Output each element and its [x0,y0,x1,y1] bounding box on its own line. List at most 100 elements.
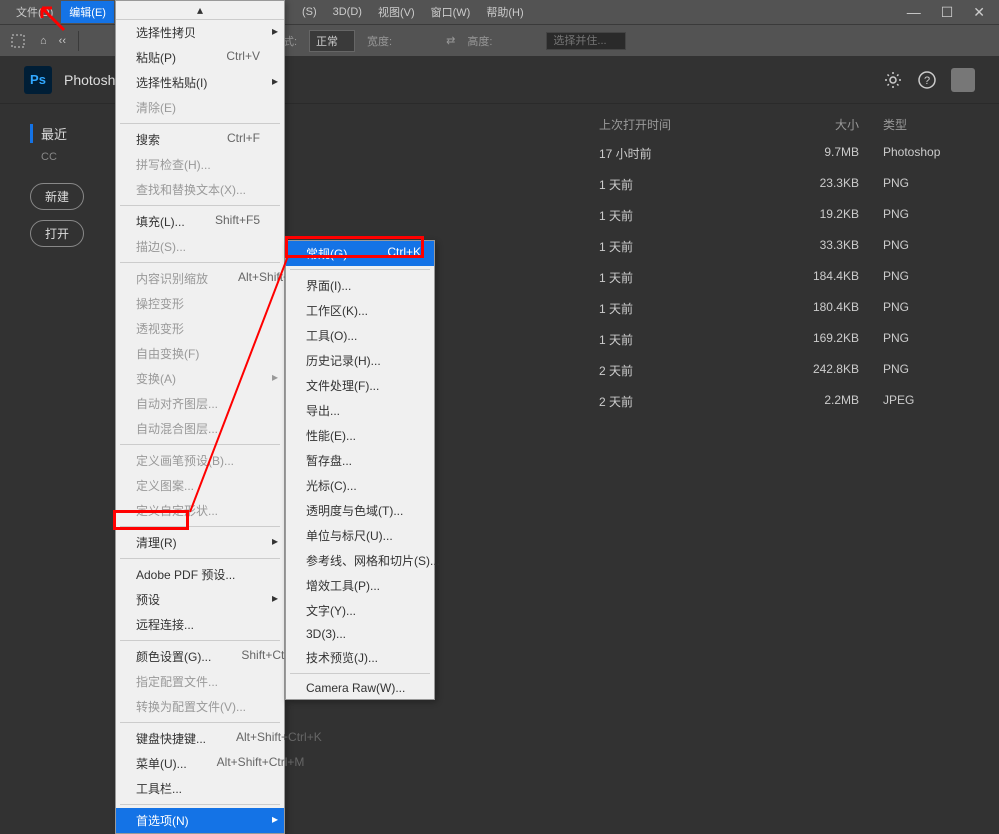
menu-item[interactable]: 粘贴(P)Ctrl+V [116,45,284,70]
header-type[interactable]: 类型 [859,116,949,133]
preferences-submenu: 常规(G)...Ctrl+K 界面(I)...工作区(K)...工具(O)...历… [285,240,435,700]
menu-item: 定义图案... [116,473,284,498]
menu-item[interactable]: 单位与标尺(U)... [286,523,434,548]
menu-help[interactable]: 帮助(H) [478,1,531,23]
width-label: 宽度: [367,33,392,49]
menu-window[interactable]: 窗口(W) [423,1,479,23]
select-input[interactable] [546,32,626,50]
menu-separator [120,123,280,124]
menu-item[interactable]: 文字(Y)... [286,598,434,623]
menu-item[interactable]: 工具栏... [116,776,284,801]
marquee-tool-icon[interactable] [8,31,28,51]
menu-item[interactable]: 搜索Ctrl+F [116,127,284,152]
menu-item: 变换(A)▸ [116,366,284,391]
menu-separator [290,673,430,674]
menu-item[interactable]: 菜单(U)...Alt+Shift+Ctrl+M [116,751,284,776]
menu-separator [120,722,280,723]
menu-item: 查找和替换文本(X)... [116,177,284,202]
menu-edit[interactable]: 编辑(E) [61,1,114,23]
menu-item: 拼写检查(H)... [116,152,284,177]
menu-item[interactable]: 工具(O)... [286,323,434,348]
menu-item[interactable]: 技术预览(J)... [286,645,434,670]
table-row[interactable]: 17 小时前9.7MBPhotoshop [599,145,949,162]
menu-item[interactable]: 3D(3)... [286,623,434,645]
menu-view[interactable]: 视图(V) [370,1,423,23]
menu-item[interactable]: 界面(I)... [286,273,434,298]
mode-label: 式: [283,33,297,49]
menu-item[interactable]: 颜色设置(G)...Shift+Ctrl+K [116,644,284,669]
menu-separator [120,262,280,263]
table-row[interactable]: 1 天前33.3KBPNG [599,238,949,255]
menu-item[interactable]: 工作区(K)... [286,298,434,323]
menu-scroll-up[interactable]: ▴ [116,1,284,20]
menu-item[interactable]: 光标(C)... [286,473,434,498]
menu-item: 自动对齐图层... [116,391,284,416]
menu-item: 指定配置文件... [116,669,284,694]
menu-item: 描边(S)... [116,234,284,259]
swap-icon[interactable]: ⇄ [446,34,455,47]
height-label: 高度: [467,33,492,49]
table-row[interactable]: 1 天前180.4KBPNG [599,300,949,317]
menu-hidden-0[interactable]: (S) [294,3,325,21]
menu-item: 透视变形 [116,316,284,341]
mode-select[interactable]: 正常 [309,30,355,52]
recent-label[interactable]: 最近 [30,124,90,143]
menu-item[interactable]: Adobe PDF 预设... [116,562,284,587]
header-size[interactable]: 大小 [769,116,859,133]
menu-item[interactable]: 文件处理(F)... [286,373,434,398]
menu-item: 自动混合图层... [116,416,284,441]
menu-item[interactable]: 导出... [286,398,434,423]
table-row[interactable]: 1 天前23.3KBPNG [599,176,949,193]
menu-item[interactable]: 暂存盘... [286,448,434,473]
menu-item[interactable]: 透明度与色域(T)... [286,498,434,523]
menu-separator [120,640,280,641]
menu-separator [120,444,280,445]
menu-item: 自由变换(F) [116,341,284,366]
maximize-button[interactable]: ☐ [935,2,960,23]
table-row[interactable]: 2 天前2.2MBJPEG [599,393,949,410]
table-row[interactable]: 2 天前242.8KBPNG [599,362,949,379]
menu-separator [120,558,280,559]
menu-item: 操控变形 [116,291,284,316]
menu-item: 定义画笔预设(B)... [116,448,284,473]
chevron-icon[interactable]: ‹‹ [59,35,66,47]
menu-item[interactable]: 增效工具(P)... [286,573,434,598]
recent-files-table: 上次打开时间 大小 类型 17 小时前9.7MBPhotoshop 1 天前23.… [599,116,949,424]
header-time[interactable]: 上次打开时间 [599,116,769,133]
menu-item[interactable]: 预设▸ [116,587,284,612]
edit-menu-dropdown: ▴ 选择性拷贝▸粘贴(P)Ctrl+V选择性粘贴(I)▸清除(E) 搜索Ctrl+… [115,0,285,834]
new-button[interactable]: 新建 [30,183,84,210]
menu-item: 定义自定形状... [116,498,284,523]
open-button[interactable]: 打开 [30,220,84,247]
menu-item[interactable]: 填充(L)...Shift+F5 [116,209,284,234]
ps-logo: Ps [24,66,52,94]
menu-item[interactable]: 清理(R)▸ [116,530,284,555]
avatar[interactable] [951,68,975,92]
table-row[interactable]: 1 天前169.2KBPNG [599,331,949,348]
table-row[interactable]: 1 天前184.4KBPNG [599,269,949,286]
menu-item[interactable]: 首选项(N)▸ [116,808,284,833]
menu-item: 转换为配置文件(V)... [116,694,284,719]
minimize-button[interactable]: — [901,2,927,22]
close-button[interactable]: ✕ [967,2,991,23]
menu-separator [120,804,280,805]
menu-file[interactable]: 文件(D) [8,1,61,23]
menu-item[interactable]: 历史记录(H)... [286,348,434,373]
cc-label[interactable]: CC [30,151,90,163]
menu-separator [120,205,280,206]
menu-item[interactable]: 性能(E)... [286,423,434,448]
help-icon[interactable]: ? [917,70,937,90]
menu-item: 清除(E) [116,95,284,120]
menu-item[interactable]: 远程连接... [116,612,284,637]
table-row[interactable]: 1 天前19.2KBPNG [599,207,949,224]
settings-icon[interactable] [883,70,903,90]
menu-item[interactable]: 键盘快捷键...Alt+Shift+Ctrl+K [116,726,284,751]
menu-item[interactable]: 参考线、网格和切片(S)... [286,548,434,573]
menu-item[interactable]: 选择性拷贝▸ [116,20,284,45]
menu-item[interactable]: 常规(G)...Ctrl+K [286,241,434,266]
menu-item[interactable]: Camera Raw(W)... [286,677,434,699]
menu-item[interactable]: 选择性粘贴(I)▸ [116,70,284,95]
left-sidebar: 最近 CC 新建 打开 [30,124,90,257]
home-icon[interactable]: ⌂ [40,35,47,47]
menu-3d[interactable]: 3D(D) [325,3,370,21]
